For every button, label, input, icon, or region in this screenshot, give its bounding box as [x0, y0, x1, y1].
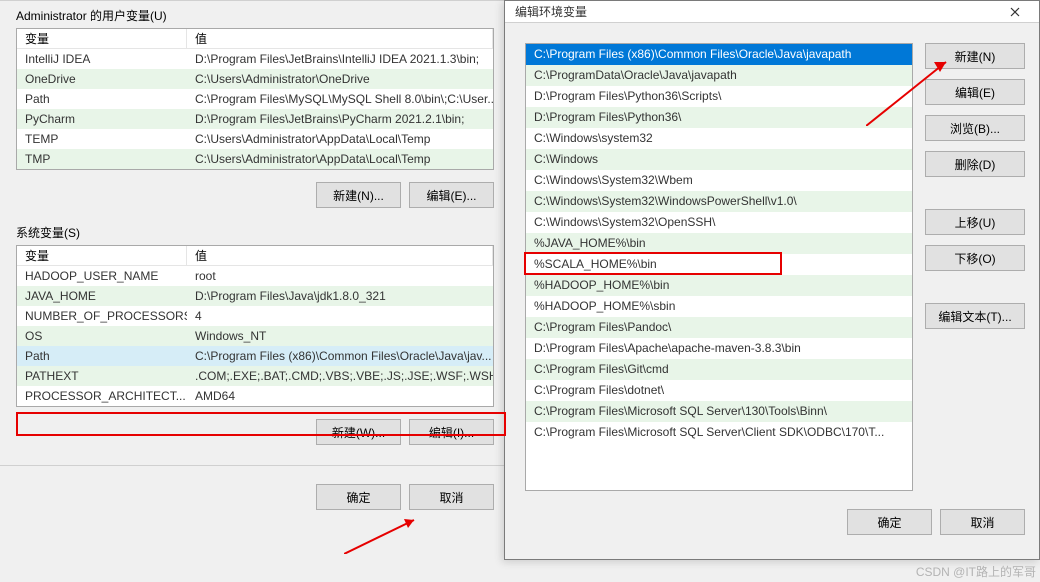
list-item[interactable]: C:\Windows: [526, 149, 912, 170]
list-item[interactable]: C:\Program Files\Pandoc\: [526, 317, 912, 338]
table-row[interactable]: PyCharmD:\Program Files\JetBrains\PyChar…: [17, 109, 493, 129]
var-value: C:\Program Files (x86)\Common Files\Orac…: [187, 346, 493, 366]
var-value: .COM;.EXE;.BAT;.CMD;.VBS;.VBE;.JS;.JSE;.…: [187, 366, 493, 386]
var-name: HADOOP_USER_NAME: [17, 266, 187, 286]
list-item[interactable]: C:\Program Files\Microsoft SQL Server\Cl…: [526, 422, 912, 443]
sys-edit-button[interactable]: 编辑(I)...: [409, 419, 494, 445]
var-name: IntelliJ IDEA: [17, 49, 187, 69]
table-row[interactable]: PathC:\Program Files\MySQL\MySQL Shell 8…: [17, 89, 493, 109]
user-vars-table[interactable]: 变量 值 IntelliJ IDEAD:\Program Files\JetBr…: [16, 28, 494, 170]
side-buttons: 新建(N) 编辑(E) 浏览(B)... 删除(D) 上移(U) 下移(O) 编…: [925, 43, 1025, 491]
var-name: OS: [17, 326, 187, 346]
var-name: PATHEXT: [17, 366, 187, 386]
list-item[interactable]: D:\Program Files\Python36\Scripts\: [526, 86, 912, 107]
user-edit-button[interactable]: 编辑(E)...: [409, 182, 494, 208]
var-name: PyCharm: [17, 109, 187, 129]
var-name: OneDrive: [17, 69, 187, 89]
var-name: TMP: [17, 149, 187, 169]
col-var: 变量: [17, 29, 187, 48]
list-item[interactable]: C:\Program Files\dotnet\: [526, 380, 912, 401]
edit-button[interactable]: 编辑(E): [925, 79, 1025, 105]
table-row[interactable]: PathC:\Program Files (x86)\Common Files\…: [17, 346, 493, 366]
env-vars-dialog: Administrator 的用户变量(U) 变量 值 IntelliJ IDE…: [0, 0, 510, 582]
var-name: Path: [17, 346, 187, 366]
list-item[interactable]: C:\Program Files\Git\cmd: [526, 359, 912, 380]
list-item[interactable]: %SCALA_HOME%\bin: [526, 254, 912, 275]
col-var: 变量: [17, 246, 187, 265]
var-value: AMD64: [187, 386, 493, 406]
var-value: Windows_NT: [187, 326, 493, 346]
table-row[interactable]: OneDriveC:\Users\Administrator\OneDrive: [17, 69, 493, 89]
titlebar: 编辑环境变量: [505, 1, 1039, 23]
list-item[interactable]: %JAVA_HOME%\bin: [526, 233, 912, 254]
move-down-button[interactable]: 下移(O): [925, 245, 1025, 271]
path-list[interactable]: C:\Program Files (x86)\Common Files\Orac…: [525, 43, 913, 491]
list-item[interactable]: C:\Windows\system32: [526, 128, 912, 149]
edit-text-button[interactable]: 编辑文本(T)...: [925, 303, 1025, 329]
user-new-button[interactable]: 新建(N)...: [316, 182, 401, 208]
sys-new-button[interactable]: 新建(W)...: [316, 419, 401, 445]
var-name: JAVA_HOME: [17, 286, 187, 306]
table-row[interactable]: HADOOP_USER_NAMEroot: [17, 266, 493, 286]
list-item[interactable]: %HADOOP_HOME%\sbin: [526, 296, 912, 317]
move-up-button[interactable]: 上移(U): [925, 209, 1025, 235]
table-row[interactable]: PROCESSOR_ARCHITECT...AMD64: [17, 386, 493, 406]
table-row[interactable]: TMPC:\Users\Administrator\AppData\Local\…: [17, 149, 493, 169]
sys-vars-table[interactable]: 变量 值 HADOOP_USER_NAMErootJAVA_HOMED:\Pro…: [16, 245, 494, 407]
var-value: C:\Users\Administrator\AppData\Local\Tem…: [187, 149, 493, 169]
table-row[interactable]: OSWindows_NT: [17, 326, 493, 346]
table-row[interactable]: NUMBER_OF_PROCESSORS4: [17, 306, 493, 326]
dialog-title: 编辑环境变量: [515, 3, 587, 20]
var-value: D:\Program Files\JetBrains\PyCharm 2021.…: [187, 109, 493, 129]
col-val: 值: [187, 246, 493, 265]
front-cancel-button[interactable]: 取消: [940, 509, 1025, 535]
var-value: C:\Users\Administrator\AppData\Local\Tem…: [187, 129, 493, 149]
delete-button[interactable]: 删除(D): [925, 151, 1025, 177]
list-item[interactable]: C:\Program Files (x86)\Common Files\Orac…: [526, 44, 912, 65]
back-ok-button[interactable]: 确定: [316, 484, 401, 510]
table-row[interactable]: TEMPC:\Users\Administrator\AppData\Local…: [17, 129, 493, 149]
new-button[interactable]: 新建(N): [925, 43, 1025, 69]
list-item[interactable]: C:\Program Files\Microsoft SQL Server\13…: [526, 401, 912, 422]
var-value: root: [187, 266, 493, 286]
edit-env-var-dialog: 编辑环境变量 C:\Program Files (x86)\Common Fil…: [504, 0, 1040, 560]
col-val: 值: [187, 29, 493, 48]
var-value: 4: [187, 306, 493, 326]
back-cancel-button[interactable]: 取消: [409, 484, 494, 510]
front-ok-button[interactable]: 确定: [847, 509, 932, 535]
list-item[interactable]: D:\Program Files\Python36\: [526, 107, 912, 128]
list-item[interactable]: %HADOOP_HOME%\bin: [526, 275, 912, 296]
sys-vars-label: 系统变量(S): [0, 218, 510, 245]
user-vars-label: Administrator 的用户变量(U): [0, 1, 510, 28]
table-row[interactable]: IntelliJ IDEAD:\Program Files\JetBrains\…: [17, 49, 493, 69]
watermark: CSDN @IT路上的军哥: [916, 563, 1036, 580]
var-value: D:\Program Files\Java\jdk1.8.0_321: [187, 286, 493, 306]
var-value: C:\Users\Administrator\OneDrive: [187, 69, 493, 89]
var-value: D:\Program Files\JetBrains\IntelliJ IDEA…: [187, 49, 493, 69]
list-item[interactable]: C:\Windows\System32\WindowsPowerShell\v1…: [526, 191, 912, 212]
table-row[interactable]: PATHEXT.COM;.EXE;.BAT;.CMD;.VBS;.VBE;.JS…: [17, 366, 493, 386]
list-item[interactable]: C:\Windows\System32\Wbem: [526, 170, 912, 191]
list-item[interactable]: C:\ProgramData\Oracle\Java\javapath: [526, 65, 912, 86]
var-name: TEMP: [17, 129, 187, 149]
var-value: C:\Program Files\MySQL\MySQL Shell 8.0\b…: [187, 89, 493, 109]
browse-button[interactable]: 浏览(B)...: [925, 115, 1025, 141]
close-icon: [1010, 7, 1020, 17]
table-row[interactable]: JAVA_HOMED:\Program Files\Java\jdk1.8.0_…: [17, 286, 493, 306]
var-name: NUMBER_OF_PROCESSORS: [17, 306, 187, 326]
var-name: Path: [17, 89, 187, 109]
close-button[interactable]: [997, 2, 1033, 22]
list-item[interactable]: D:\Program Files\Apache\apache-maven-3.8…: [526, 338, 912, 359]
list-item[interactable]: C:\Windows\System32\OpenSSH\: [526, 212, 912, 233]
var-name: PROCESSOR_ARCHITECT...: [17, 386, 187, 406]
